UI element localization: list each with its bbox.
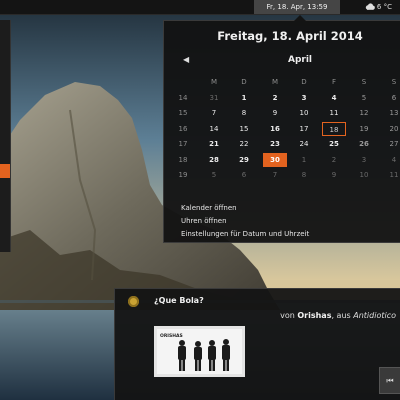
calendar-day[interactable]: 28 bbox=[202, 153, 226, 167]
calendar-day[interactable]: 25 bbox=[322, 137, 346, 151]
calendar-day[interactable]: 27 bbox=[382, 137, 400, 151]
weekday-header: M bbox=[210, 78, 218, 86]
month-label: April bbox=[287, 55, 313, 65]
weekday-header: D bbox=[241, 78, 247, 86]
weather-indicator[interactable]: 6 °C bbox=[365, 0, 392, 14]
calendar-day[interactable]: 19 bbox=[352, 122, 376, 136]
weekday-header: D bbox=[301, 78, 307, 86]
calendar-day[interactable]: 8 bbox=[232, 106, 256, 120]
artist-name: Orishas bbox=[297, 311, 332, 320]
prev-month-icon[interactable]: ◀ bbox=[183, 55, 189, 64]
calendar-day[interactable]: 26 bbox=[352, 137, 376, 151]
calendar-day[interactable]: 15 bbox=[232, 122, 256, 136]
calendar-day[interactable]: 9 bbox=[322, 168, 346, 182]
calendar-day[interactable]: 30 bbox=[263, 152, 287, 167]
top-panel: Fr, 18. Apr, 13:59 6 °C bbox=[0, 0, 400, 15]
calendar-day[interactable]: 29 bbox=[232, 153, 256, 167]
calendar-day[interactable]: 10 bbox=[292, 106, 316, 120]
skip-back-icon: ⏮ bbox=[386, 376, 394, 385]
calendar-day[interactable]: 13 bbox=[382, 106, 400, 120]
album-cover[interactable]: ORISHAS bbox=[154, 326, 245, 377]
skip-back-button[interactable]: ⏮ bbox=[379, 367, 400, 394]
calendar-day[interactable]: 6 bbox=[232, 168, 256, 182]
calendar-popup: Freitag, 18. April 2014 ◀ April M D M D F S S 1… bbox=[163, 15, 400, 243]
calendar-day[interactable]: 8 bbox=[292, 168, 316, 182]
calendar-day[interactable]: 21 bbox=[202, 137, 226, 151]
calendar-day[interactable]: 20 bbox=[382, 122, 400, 136]
calendar-day[interactable]: 22 bbox=[232, 137, 256, 151]
calendar-day[interactable]: 18 bbox=[322, 121, 346, 136]
popup-pointer bbox=[294, 15, 306, 21]
weekday-header: S bbox=[391, 78, 397, 86]
calendar-day[interactable]: 1 bbox=[292, 153, 316, 167]
week-number: 19 bbox=[178, 171, 188, 179]
calendar-day[interactable]: 7 bbox=[263, 168, 287, 182]
calendar-day[interactable]: 16 bbox=[263, 122, 287, 136]
open-calendar-link[interactable]: Kalender öffnen bbox=[181, 202, 309, 215]
calendar-day[interactable]: 5 bbox=[202, 168, 226, 182]
album-name: Antidiotico bbox=[353, 311, 396, 320]
temperature-label: 6 °C bbox=[376, 3, 392, 11]
album-prefix: , aus bbox=[331, 311, 351, 320]
album-art-text: ORISHAS bbox=[160, 333, 183, 339]
calendar-day[interactable]: 3 bbox=[352, 153, 376, 167]
window-accent-strip bbox=[0, 164, 10, 178]
date-time-settings-link[interactable]: Einstellungen für Datum und Uhrzeit bbox=[181, 228, 309, 241]
clock-button[interactable]: Fr, 18. Apr, 13:59 bbox=[254, 0, 340, 14]
by-prefix: von bbox=[280, 311, 295, 320]
calendar-day[interactable]: 12 bbox=[352, 106, 376, 120]
calendar-day[interactable]: 2 bbox=[263, 91, 287, 105]
calendar-day[interactable]: 6 bbox=[382, 91, 400, 105]
calendar-day[interactable]: 31 bbox=[202, 91, 226, 105]
background-window[interactable] bbox=[0, 20, 11, 252]
calendar-day[interactable]: 24 bbox=[292, 137, 316, 151]
calendar-day[interactable]: 9 bbox=[263, 106, 287, 120]
calendar-day[interactable]: 5 bbox=[352, 91, 376, 105]
weekday-header: F bbox=[331, 78, 337, 86]
music-player-icon bbox=[128, 296, 139, 307]
calendar-date-title[interactable]: Freitag, 18. April 2014 bbox=[164, 29, 400, 43]
weekday-header: M bbox=[271, 78, 279, 86]
calendar-day[interactable]: 4 bbox=[322, 91, 346, 105]
calendar-day[interactable]: 17 bbox=[292, 122, 316, 136]
cloud-icon bbox=[365, 3, 375, 10]
calendar-day[interactable]: 11 bbox=[322, 106, 346, 120]
week-number: 15 bbox=[178, 109, 188, 117]
week-number: 17 bbox=[178, 140, 188, 148]
calendar-day[interactable]: 11 bbox=[382, 168, 400, 182]
calendar-day[interactable]: 23 bbox=[263, 137, 287, 151]
week-number: 14 bbox=[178, 93, 188, 102]
calendar-links: Kalender öffnen Uhren öffnen Einstellung… bbox=[181, 202, 309, 241]
media-notification[interactable]: ¿Que Bola? von Orishas, aus Antidiotico … bbox=[114, 288, 400, 400]
week-number: 16 bbox=[178, 124, 188, 133]
calendar-day[interactable]: 1 bbox=[232, 91, 256, 105]
month-navigation: ◀ April bbox=[164, 55, 400, 69]
calendar-day[interactable]: 3 bbox=[292, 91, 316, 105]
weekday-header: S bbox=[361, 78, 367, 86]
calendar-day[interactable]: 2 bbox=[322, 153, 346, 167]
calendar-day[interactable]: 7 bbox=[202, 106, 226, 120]
song-title: ¿Que Bola? bbox=[154, 296, 204, 305]
calendar-day[interactable]: 14 bbox=[202, 122, 226, 136]
artist-line: von Orishas, aus Antidiotico bbox=[280, 311, 396, 320]
week-number: 18 bbox=[178, 155, 188, 164]
calendar-day[interactable]: 10 bbox=[352, 168, 376, 182]
calendar-day[interactable]: 4 bbox=[382, 153, 400, 167]
open-clocks-link[interactable]: Uhren öffnen bbox=[181, 215, 309, 228]
